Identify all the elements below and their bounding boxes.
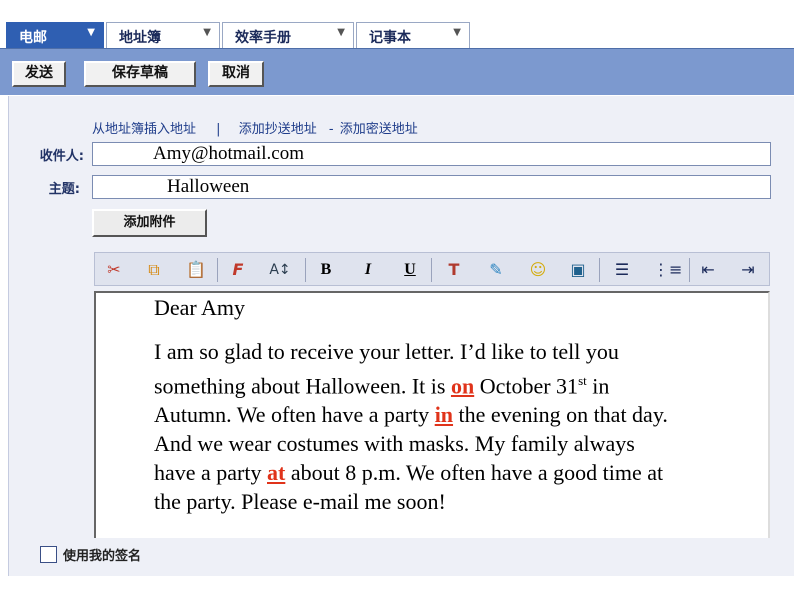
tab-address-book[interactable]: 地址簿 ▼ bbox=[106, 22, 220, 48]
letter-text: October 31 bbox=[479, 373, 579, 399]
subject-field[interactable]: Halloween bbox=[92, 175, 771, 199]
link-separator: | bbox=[216, 122, 221, 137]
indent-icon[interactable]: ⇥ bbox=[737, 259, 759, 281]
to-field[interactable]: Amy@hotmail.com bbox=[92, 142, 771, 166]
add-bcc-link[interactable]: 添加密送地址 bbox=[340, 122, 418, 137]
tab-email-label: 电邮 bbox=[19, 30, 47, 46]
toolbar-divider bbox=[217, 258, 218, 282]
save-draft-button[interactable]: 保存草稿 bbox=[84, 61, 196, 87]
format-toolbar: ✂ ⧉ 📋 F A↕ B I U T ✎ ☺ ▣ ☰ ⋮≡ ⇤ ⇥ bbox=[94, 252, 770, 286]
signature-label: 使用我的签名 bbox=[63, 549, 142, 564]
add-cc-link[interactable]: 添加抄送地址 bbox=[239, 122, 317, 137]
tab-planner-label: 效率手册 bbox=[235, 30, 291, 46]
chevron-down-icon[interactable]: ▼ bbox=[453, 27, 461, 38]
insert-image-icon[interactable]: ▣ bbox=[567, 259, 589, 281]
paste-icon[interactable]: 📋 bbox=[185, 259, 207, 281]
chevron-down-icon[interactable]: ▼ bbox=[337, 27, 345, 38]
list-icon[interactable]: ⋮≡ bbox=[653, 259, 682, 281]
link-separator: - bbox=[328, 122, 334, 137]
cut-icon[interactable]: ✂ bbox=[103, 259, 125, 281]
letter-body: I am so glad to receive your letter. I’d… bbox=[154, 337, 674, 516]
chevron-down-icon[interactable]: ▼ bbox=[203, 27, 211, 38]
signature-checkbox[interactable] bbox=[40, 546, 57, 563]
letter-greeting: Dear Amy bbox=[154, 295, 246, 320]
font-size-icon[interactable]: A↕ bbox=[269, 259, 291, 281]
align-icon[interactable]: ☰ bbox=[611, 259, 633, 281]
answer-blank: on bbox=[450, 373, 475, 399]
cancel-button[interactable]: 取消 bbox=[208, 61, 264, 87]
emoticon-icon[interactable]: ☺ bbox=[527, 259, 549, 281]
toolbar-divider bbox=[599, 258, 600, 282]
tab-notepad[interactable]: 记事本 ▼ bbox=[356, 22, 470, 48]
to-label: 收件人: bbox=[39, 149, 84, 164]
bold-icon[interactable]: B bbox=[315, 259, 337, 281]
answer-blank: at bbox=[267, 460, 286, 486]
tab-email[interactable]: 电邮 ▼ bbox=[6, 22, 104, 48]
send-button[interactable]: 发送 bbox=[12, 61, 66, 87]
underline-icon[interactable]: U bbox=[399, 259, 421, 281]
insert-address-link[interactable]: 从地址簿插入地址 bbox=[92, 122, 196, 137]
outdent-icon[interactable]: ⇤ bbox=[697, 259, 719, 281]
tab-address-book-label: 地址簿 bbox=[119, 30, 161, 46]
copy-icon[interactable]: ⧉ bbox=[143, 259, 165, 281]
italic-icon[interactable]: I bbox=[357, 259, 379, 281]
message-editor[interactable]: Dear Amy I am so glad to receive your le… bbox=[94, 291, 770, 538]
signature-option[interactable]: 使用我的签名 bbox=[40, 545, 141, 564]
tab-planner[interactable]: 效率手册 ▼ bbox=[222, 22, 354, 48]
address-links: 从地址簿插入地址 | 添加抄送地址 - 添加密送地址 bbox=[92, 118, 426, 137]
toolbar-divider bbox=[689, 258, 690, 282]
toolbar-divider bbox=[431, 258, 432, 282]
text-color-icon[interactable]: T bbox=[443, 259, 465, 281]
toolbar-divider bbox=[305, 258, 306, 282]
tab-bar: 电邮 ▼ 地址簿 ▼ 效率手册 ▼ 记事本 ▼ bbox=[0, 0, 794, 48]
tab-notepad-label: 记事本 bbox=[369, 30, 411, 46]
add-attachment-button[interactable]: 添加附件 bbox=[92, 209, 207, 237]
highlight-icon[interactable]: ✎ bbox=[485, 259, 507, 281]
subject-label: 主题: bbox=[48, 182, 80, 197]
action-toolbar: 发送 保存草稿 取消 bbox=[0, 48, 794, 95]
chevron-down-icon[interactable]: ▼ bbox=[87, 27, 95, 38]
font-icon[interactable]: F bbox=[227, 259, 249, 281]
answer-blank: in bbox=[434, 402, 454, 428]
ordinal-suffix: st bbox=[578, 373, 587, 388]
